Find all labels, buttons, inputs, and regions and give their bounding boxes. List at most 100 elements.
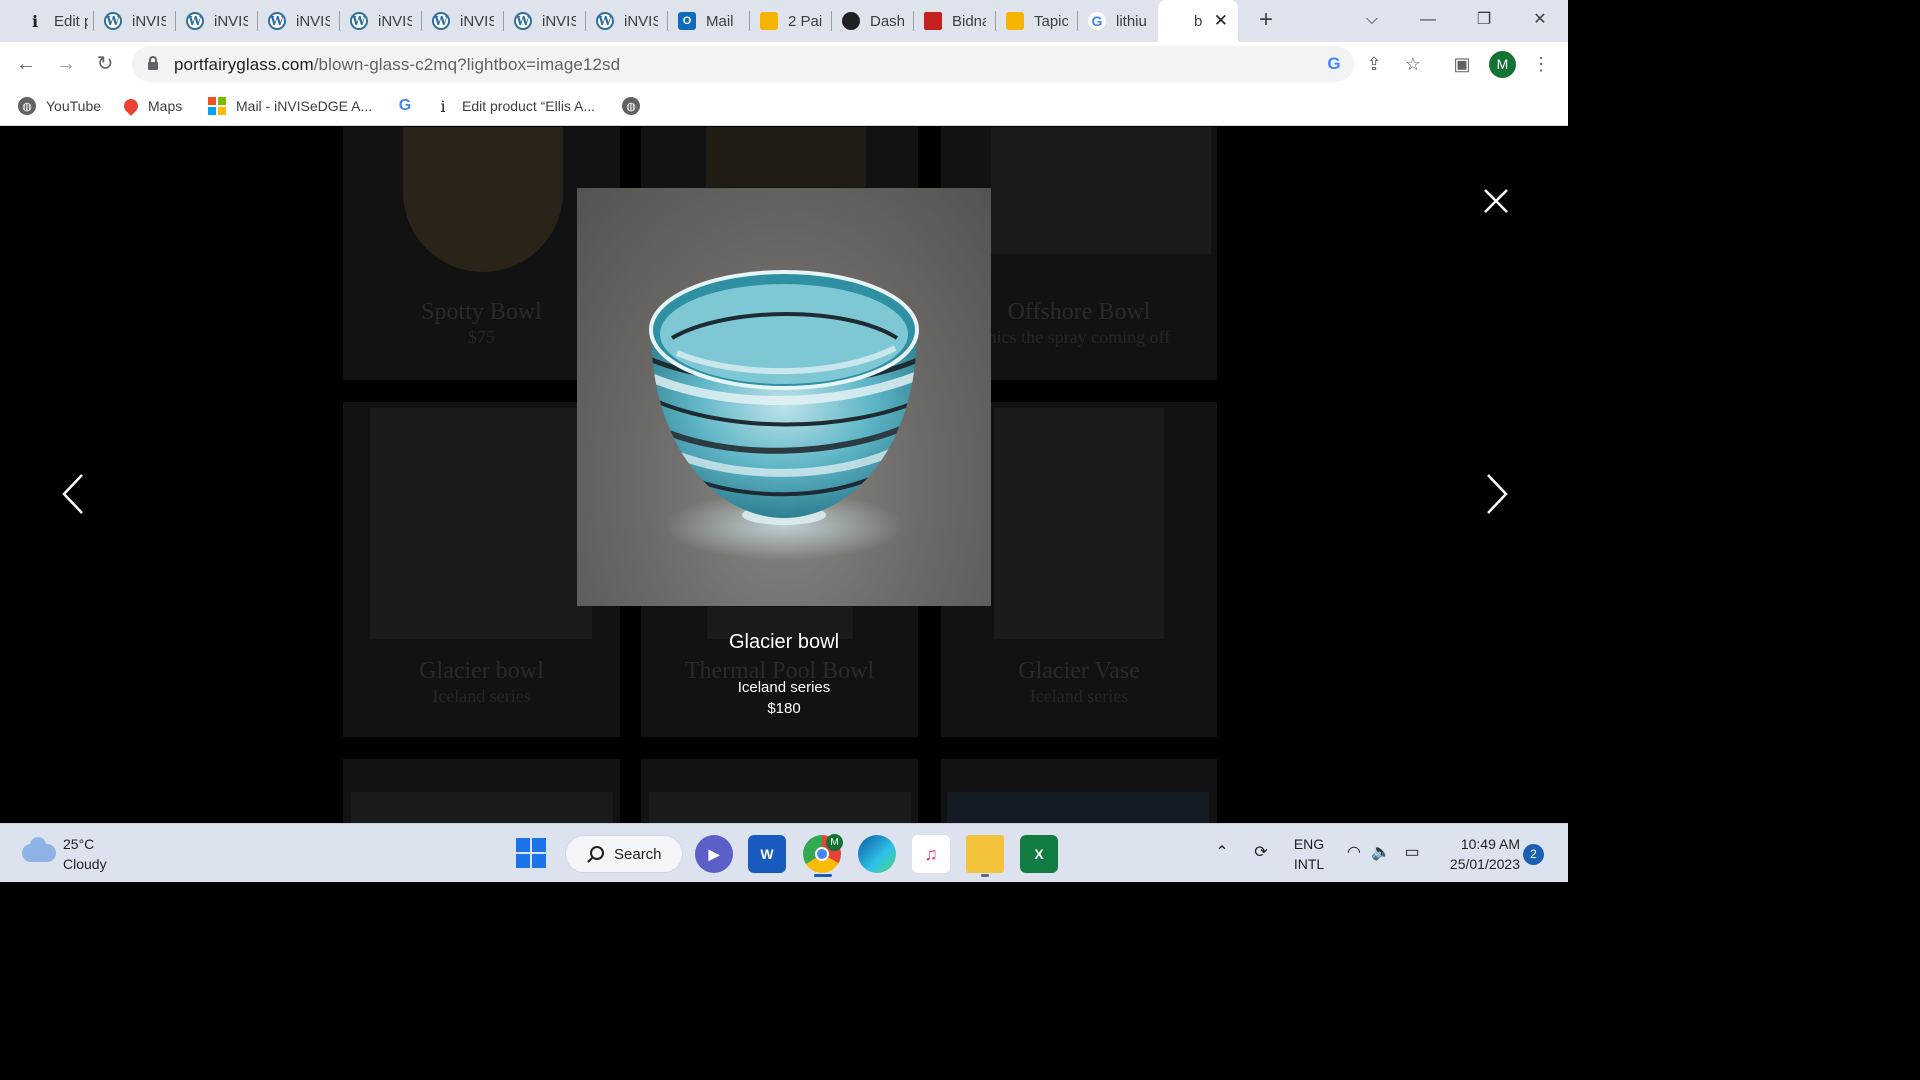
explorer-open-indicator <box>981 874 989 877</box>
search-icon <box>590 846 604 860</box>
shopping-bag-icon <box>1006 12 1024 30</box>
browser-tab[interactable]: W iNVIS <box>340 0 422 42</box>
lock-icon[interactable] <box>148 56 158 70</box>
product-image <box>370 408 592 639</box>
menu-kebab-icon[interactable]: ⋮ <box>1527 50 1555 78</box>
wordpress-icon: W <box>186 12 204 30</box>
gallery-card[interactable] <box>941 759 1217 823</box>
browser-tab-strip: i Edit p W iNVIS W iNVIS W iNVIS W iNVIS… <box>0 0 1568 42</box>
notification-badge[interactable]: 2 <box>1523 844 1544 865</box>
gallery-card[interactable] <box>343 759 620 823</box>
lightbox-product-image <box>577 188 991 606</box>
address-bar[interactable]: portfairyglass.com/blown-glass-c2mq?ligh… <box>132 46 1354 82</box>
wordpress-icon: W <box>596 12 614 30</box>
teams-chat-icon[interactable]: ▶ <box>695 835 733 873</box>
restore-button[interactable]: ❐ <box>1464 6 1504 34</box>
maps-pin-icon <box>121 96 141 116</box>
windows-taskbar: 25°C Cloudy Search ▶ W M ♫ X ⌃ ⟳ ENG INT… <box>0 823 1568 882</box>
bookmark-google[interactable]: G <box>396 94 424 118</box>
browser-tab[interactable]: W iNVIS <box>258 0 340 42</box>
volume-icon[interactable]: 🔈 <box>1370 842 1392 864</box>
excel-icon[interactable]: X <box>1020 835 1058 873</box>
outlook-icon: O <box>678 12 696 30</box>
file-explorer-icon[interactable] <box>966 835 1004 873</box>
url-text[interactable]: portfairyglass.com/blown-glass-c2mq?ligh… <box>174 55 620 75</box>
globe-icon: ◍ <box>18 97 36 115</box>
cloud-icon[interactable] <box>22 837 56 862</box>
close-window-button[interactable]: ✕ <box>1520 6 1560 34</box>
browser-tab[interactable]: G lithiu <box>1078 0 1158 42</box>
reload-button[interactable]: ↻ <box>91 50 119 78</box>
globe-icon: ◍ <box>622 97 640 115</box>
product-image <box>351 792 613 823</box>
calendar-icon <box>924 12 942 30</box>
browser-tab[interactable]: Tapic <box>996 0 1078 42</box>
bookmark-star-icon[interactable]: ☆ <box>1399 50 1427 78</box>
browser-toolbar: ← → ↻ portfairyglass.com/blown-glass-c2m… <box>0 42 1568 86</box>
browser-tab[interactable]: O Mail <box>668 0 750 42</box>
google-lens-icon[interactable]: G <box>1322 52 1346 76</box>
browser-tab[interactable]: W iNVIS <box>94 0 176 42</box>
lightbox-title: Glacier bowl <box>728 631 840 653</box>
language-indicator[interactable]: ENG <box>1288 836 1330 852</box>
clock-time[interactable]: 10:49 AM <box>1436 836 1520 852</box>
info-icon: i <box>440 96 446 116</box>
taskbar-search-button[interactable]: Search <box>565 835 683 873</box>
forward-button[interactable]: → <box>52 50 80 78</box>
wordpress-icon: W <box>432 12 450 30</box>
browser-tab[interactable]: W iNVIS <box>504 0 586 42</box>
sync-icon[interactable]: ⟳ <box>1250 842 1272 864</box>
browser-tab[interactable]: i Edit p <box>16 0 94 42</box>
minimize-button[interactable]: — <box>1408 6 1448 34</box>
battery-icon[interactable]: ▭ <box>1401 842 1423 864</box>
chrome-active-indicator <box>814 874 832 877</box>
itunes-icon[interactable]: ♫ <box>912 835 950 873</box>
lightbox-next-button[interactable] <box>1478 469 1514 519</box>
bookmark-maps[interactable]: Maps <box>121 94 182 118</box>
share-icon[interactable]: ⇪ <box>1360 50 1388 78</box>
browser-tab[interactable]: 2 Pai <box>750 0 832 42</box>
chevron-left-icon <box>62 474 83 514</box>
wordpress-icon: W <box>514 12 532 30</box>
edge-icon[interactable] <box>858 835 896 873</box>
browser-tab[interactable]: W iNVIS <box>586 0 668 42</box>
browser-tab[interactable]: Dash <box>832 0 914 42</box>
product-image <box>991 127 1211 254</box>
weather-temperature[interactable]: 25°C <box>63 836 94 852</box>
tab-search-chevron-icon[interactable]: ⌵ <box>1352 6 1392 34</box>
windows-start-icon[interactable] <box>516 838 546 868</box>
google-icon: G <box>1088 12 1106 30</box>
gallery-card[interactable] <box>641 759 918 823</box>
browser-tab[interactable]: W iNVIS <box>176 0 258 42</box>
new-tab-button[interactable]: + <box>1252 6 1280 34</box>
weather-condition[interactable]: Cloudy <box>63 856 107 872</box>
clock-date[interactable]: 25/01/2023 <box>1436 856 1520 872</box>
info-icon: i <box>31 11 39 31</box>
language-layout[interactable]: INTL <box>1288 856 1330 872</box>
browser-tab-active[interactable]: b ✕ <box>1158 0 1238 42</box>
back-button[interactable]: ← <box>12 50 40 78</box>
side-panel-icon[interactable]: ▣ <box>1448 50 1476 78</box>
lightbox-price: $180 <box>767 700 801 717</box>
wordpress-icon: W <box>104 12 122 30</box>
word-icon[interactable]: W <box>748 835 786 873</box>
close-tab-icon[interactable]: ✕ <box>1214 11 1228 31</box>
product-image <box>706 127 866 187</box>
chevron-up-icon[interactable]: ⌃ <box>1211 842 1233 864</box>
lightbox-close-button[interactable] <box>1478 183 1514 219</box>
bookmark-globe[interactable]: ◍ <box>622 94 650 118</box>
bookmark-mail[interactable]: Mail - iNVISeDGE A... <box>208 94 372 118</box>
wordpress-icon: W <box>350 12 368 30</box>
wifi-icon[interactable]: ◠ <box>1343 842 1365 864</box>
glacier-bowl-illustration <box>649 270 919 560</box>
profile-avatar[interactable]: M <box>1489 51 1516 78</box>
bookmark-youtube[interactable]: ◍ YouTube <box>18 94 101 118</box>
bookmarks-bar: ◍ YouTube Maps Mail - iNVISeDGE A... G i … <box>0 86 1568 126</box>
browser-tab[interactable]: W iNVIS <box>422 0 504 42</box>
google-icon: G <box>398 97 412 114</box>
chrome-profile-badge: M <box>826 834 843 851</box>
bookmark-edit-product[interactable]: i Edit product “Ellis A... <box>434 94 595 118</box>
browser-tab[interactable]: Bidna <box>914 0 996 42</box>
dashboard-icon <box>842 12 860 30</box>
lightbox-prev-button[interactable] <box>56 469 92 519</box>
